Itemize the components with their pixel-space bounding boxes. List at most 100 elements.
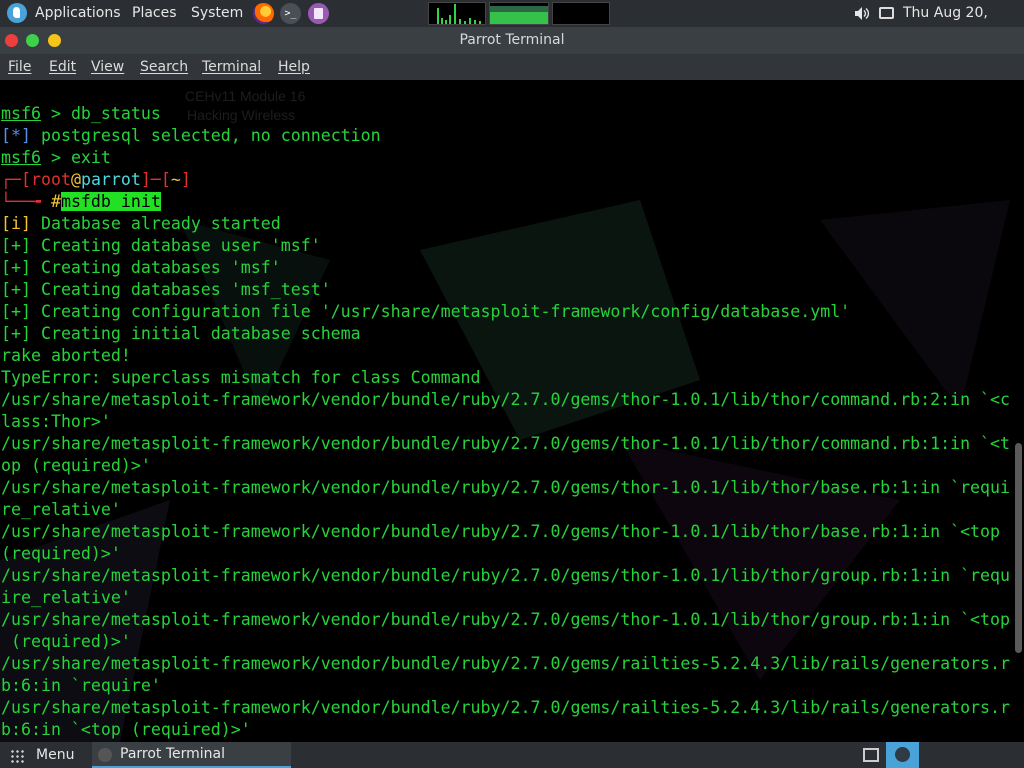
menu-file[interactable]: File (8, 54, 31, 80)
terminal-icon[interactable]: >_ (280, 3, 301, 24)
terminal-text-segment: @ (70, 170, 81, 189)
terminal-line: b:6:in `require' (1, 675, 1016, 697)
parrot-logo-icon[interactable] (7, 3, 27, 23)
menubar: File Edit View Search Terminal Help (0, 54, 1024, 80)
terminal-line: re_relative' (1, 499, 1016, 521)
terminal-line: /usr/share/metasploit-framework/vendor/b… (1, 477, 1016, 499)
volume-icon[interactable] (855, 7, 869, 20)
terminal-text-segment: [i] (1, 214, 31, 233)
terminal-line: op (required)>' (1, 455, 1016, 477)
network-monitor-graph[interactable] (552, 2, 610, 25)
terminal-line: /usr/share/metasploit-framework/vendor/b… (1, 433, 1016, 455)
terminal-text-segment: /usr/share/metasploit-framework/vendor/b… (1, 698, 1011, 717)
terminal-line: [i] Database already started (1, 213, 1016, 235)
window-title: Parrot Terminal (459, 32, 565, 48)
memory-monitor-graph[interactable] (489, 2, 549, 25)
terminal-line: /usr/share/metasploit-framework/vendor/b… (1, 521, 1016, 543)
terminal-output[interactable]: CEHv11 Module 16 Hacking Wireless msf6 >… (0, 80, 1024, 742)
cpu-monitor-graph[interactable] (428, 2, 486, 25)
terminal-text-segment: ~ (170, 170, 181, 189)
terminal-line: [+] Creating database user 'msf' (1, 235, 1016, 257)
terminal-line: (required)>' (1, 631, 1016, 653)
terminal-text-segment: /usr/share/metasploit-framework/vendor/b… (1, 390, 1011, 409)
terminal-line: /usr/share/metasploit-framework/vendor/b… (1, 565, 1016, 587)
terminal-text-segment: [+] Creating database user 'msf' (1, 236, 321, 255)
menu-terminal[interactable]: Terminal (202, 54, 261, 80)
grid-menu-icon (10, 749, 24, 763)
terminal-text-segment: /usr/share/metasploit-framework/vendor/b… (1, 610, 1011, 629)
places-menu[interactable]: Places (132, 0, 177, 27)
terminal-text-segment: [+] Creating databases 'msf_test' (1, 280, 331, 299)
terminal-text-segment: [+] Creating configuration file '/usr/sh… (1, 302, 851, 321)
terminal-icon (98, 748, 112, 762)
terminal-line: TypeError: superclass mismatch for class… (1, 367, 1016, 389)
terminal-text-segment: op (required)>' (1, 456, 151, 475)
show-desktop-button[interactable] (886, 742, 919, 768)
terminal-line: b:6:in `<top (required)>' (1, 719, 1016, 741)
terminal-line: ┌─[root@parrot]─[~] (1, 169, 1016, 191)
terminal-text-segment: /usr/share/metasploit-framework/vendor/b… (1, 434, 1011, 453)
terminal-line: (required)>' (1, 543, 1016, 565)
terminal-text-segment: └──╼ (1, 192, 51, 211)
terminal-text-segment: /usr/share/metasploit-framework/vendor/b… (1, 566, 1011, 585)
terminal-text-segment: /usr/share/metasploit-framework/vendor/b… (1, 522, 1001, 541)
terminal-line: /usr/share/metasploit-framework/vendor/b… (1, 609, 1016, 631)
menu-edit[interactable]: Edit (49, 54, 76, 80)
taskbar-item-label: Parrot Terminal (120, 746, 226, 762)
terminal-line: ire_relative' (1, 587, 1016, 609)
terminal-text-segment: (required)>' (1, 632, 131, 651)
text-editor-icon[interactable] (308, 3, 329, 24)
menu-help[interactable]: Help (278, 54, 310, 80)
terminal-line: [+] Creating databases 'msf' (1, 257, 1016, 279)
terminal-line: /usr/share/metasploit-framework/vendor/b… (1, 389, 1016, 411)
terminal-text-segment: /usr/share/metasploit-framework/vendor/b… (1, 478, 1011, 497)
terminal-text-segment: parrot (80, 170, 141, 189)
terminal-line: └──╼ #msfdb init (1, 191, 1016, 213)
terminal-lines: msf6 > db_status [*] postgresql selected,… (1, 103, 1016, 741)
menu-search[interactable]: Search (140, 54, 188, 80)
terminal-scrollbar[interactable] (1015, 443, 1022, 653)
system-menu[interactable]: System (191, 0, 243, 27)
terminal-text-segment: rake aborted! (1, 346, 131, 365)
terminal-text-segment: ┌─[ (1, 170, 31, 189)
applications-menu[interactable]: Applications (35, 0, 121, 27)
terminal-text-segment: lass:Thor>' (1, 412, 111, 431)
window-titlebar[interactable]: Parrot Terminal (0, 27, 1024, 54)
terminal-text-segment: [+] Creating initial database schema (1, 324, 361, 343)
workspace-switcher-icon[interactable] (863, 748, 879, 762)
terminal-text-segment: Database already started (30, 214, 281, 233)
firefox-icon[interactable] (253, 3, 274, 24)
terminal-text-segment: /usr/share/metasploit-framework/vendor/b… (1, 654, 1011, 673)
terminal-text-segment: > db_status (40, 104, 161, 123)
menu-view[interactable]: View (91, 54, 124, 80)
menu-button-label: Menu (36, 747, 75, 763)
terminal-line: msf6 > exit (1, 147, 1016, 169)
taskbar-item-parrot-terminal[interactable]: Parrot Terminal (92, 742, 291, 768)
terminal-line: [*] postgresql selected, no connection (1, 125, 1016, 147)
terminal-text-segment: b:6:in `<top (required)>' (1, 720, 251, 739)
watermark-line-1: CEHv11 Module 16 (185, 88, 306, 104)
terminal-line: lass:Thor>' (1, 411, 1016, 433)
terminal-text-segment: (required)>' (1, 544, 121, 563)
terminal-text-segment: b:6:in `require' (1, 676, 161, 695)
terminal-text-segment: ire_relative' (1, 588, 131, 607)
terminal-text-segment: # (50, 192, 61, 211)
terminal-text-segment: root (30, 170, 71, 189)
terminal-text-segment: > exit (40, 148, 111, 167)
network-icon[interactable] (879, 7, 894, 19)
terminal-line: msf6 > db_status (1, 103, 1016, 125)
terminal-line: [+] Creating initial database schema (1, 323, 1016, 345)
terminal-line: /usr/share/metasploit-framework/vendor/b… (1, 653, 1016, 675)
terminal-text-segment: msf6 (1, 104, 41, 123)
terminal-text-segment: ] (180, 170, 191, 189)
bottom-panel: Menu Parrot Terminal (0, 742, 1024, 768)
terminal-text-segment: re_relative' (1, 500, 121, 519)
top-panel: Applications Places System >_ Thu Aug 20… (0, 0, 1024, 48)
terminal-line: /usr/share/metasploit-framework/vendor/b… (1, 697, 1016, 719)
terminal-line: [+] Creating databases 'msf_test' (1, 279, 1016, 301)
terminal-text-segment: [*] (1, 126, 31, 145)
terminal-line: rake aborted! (1, 345, 1016, 367)
terminal-line: [+] Creating configuration file '/usr/sh… (1, 301, 1016, 323)
terminal-text-segment: msf6 (1, 148, 41, 167)
terminal-text-segment: postgresql selected, no connection (30, 126, 381, 145)
